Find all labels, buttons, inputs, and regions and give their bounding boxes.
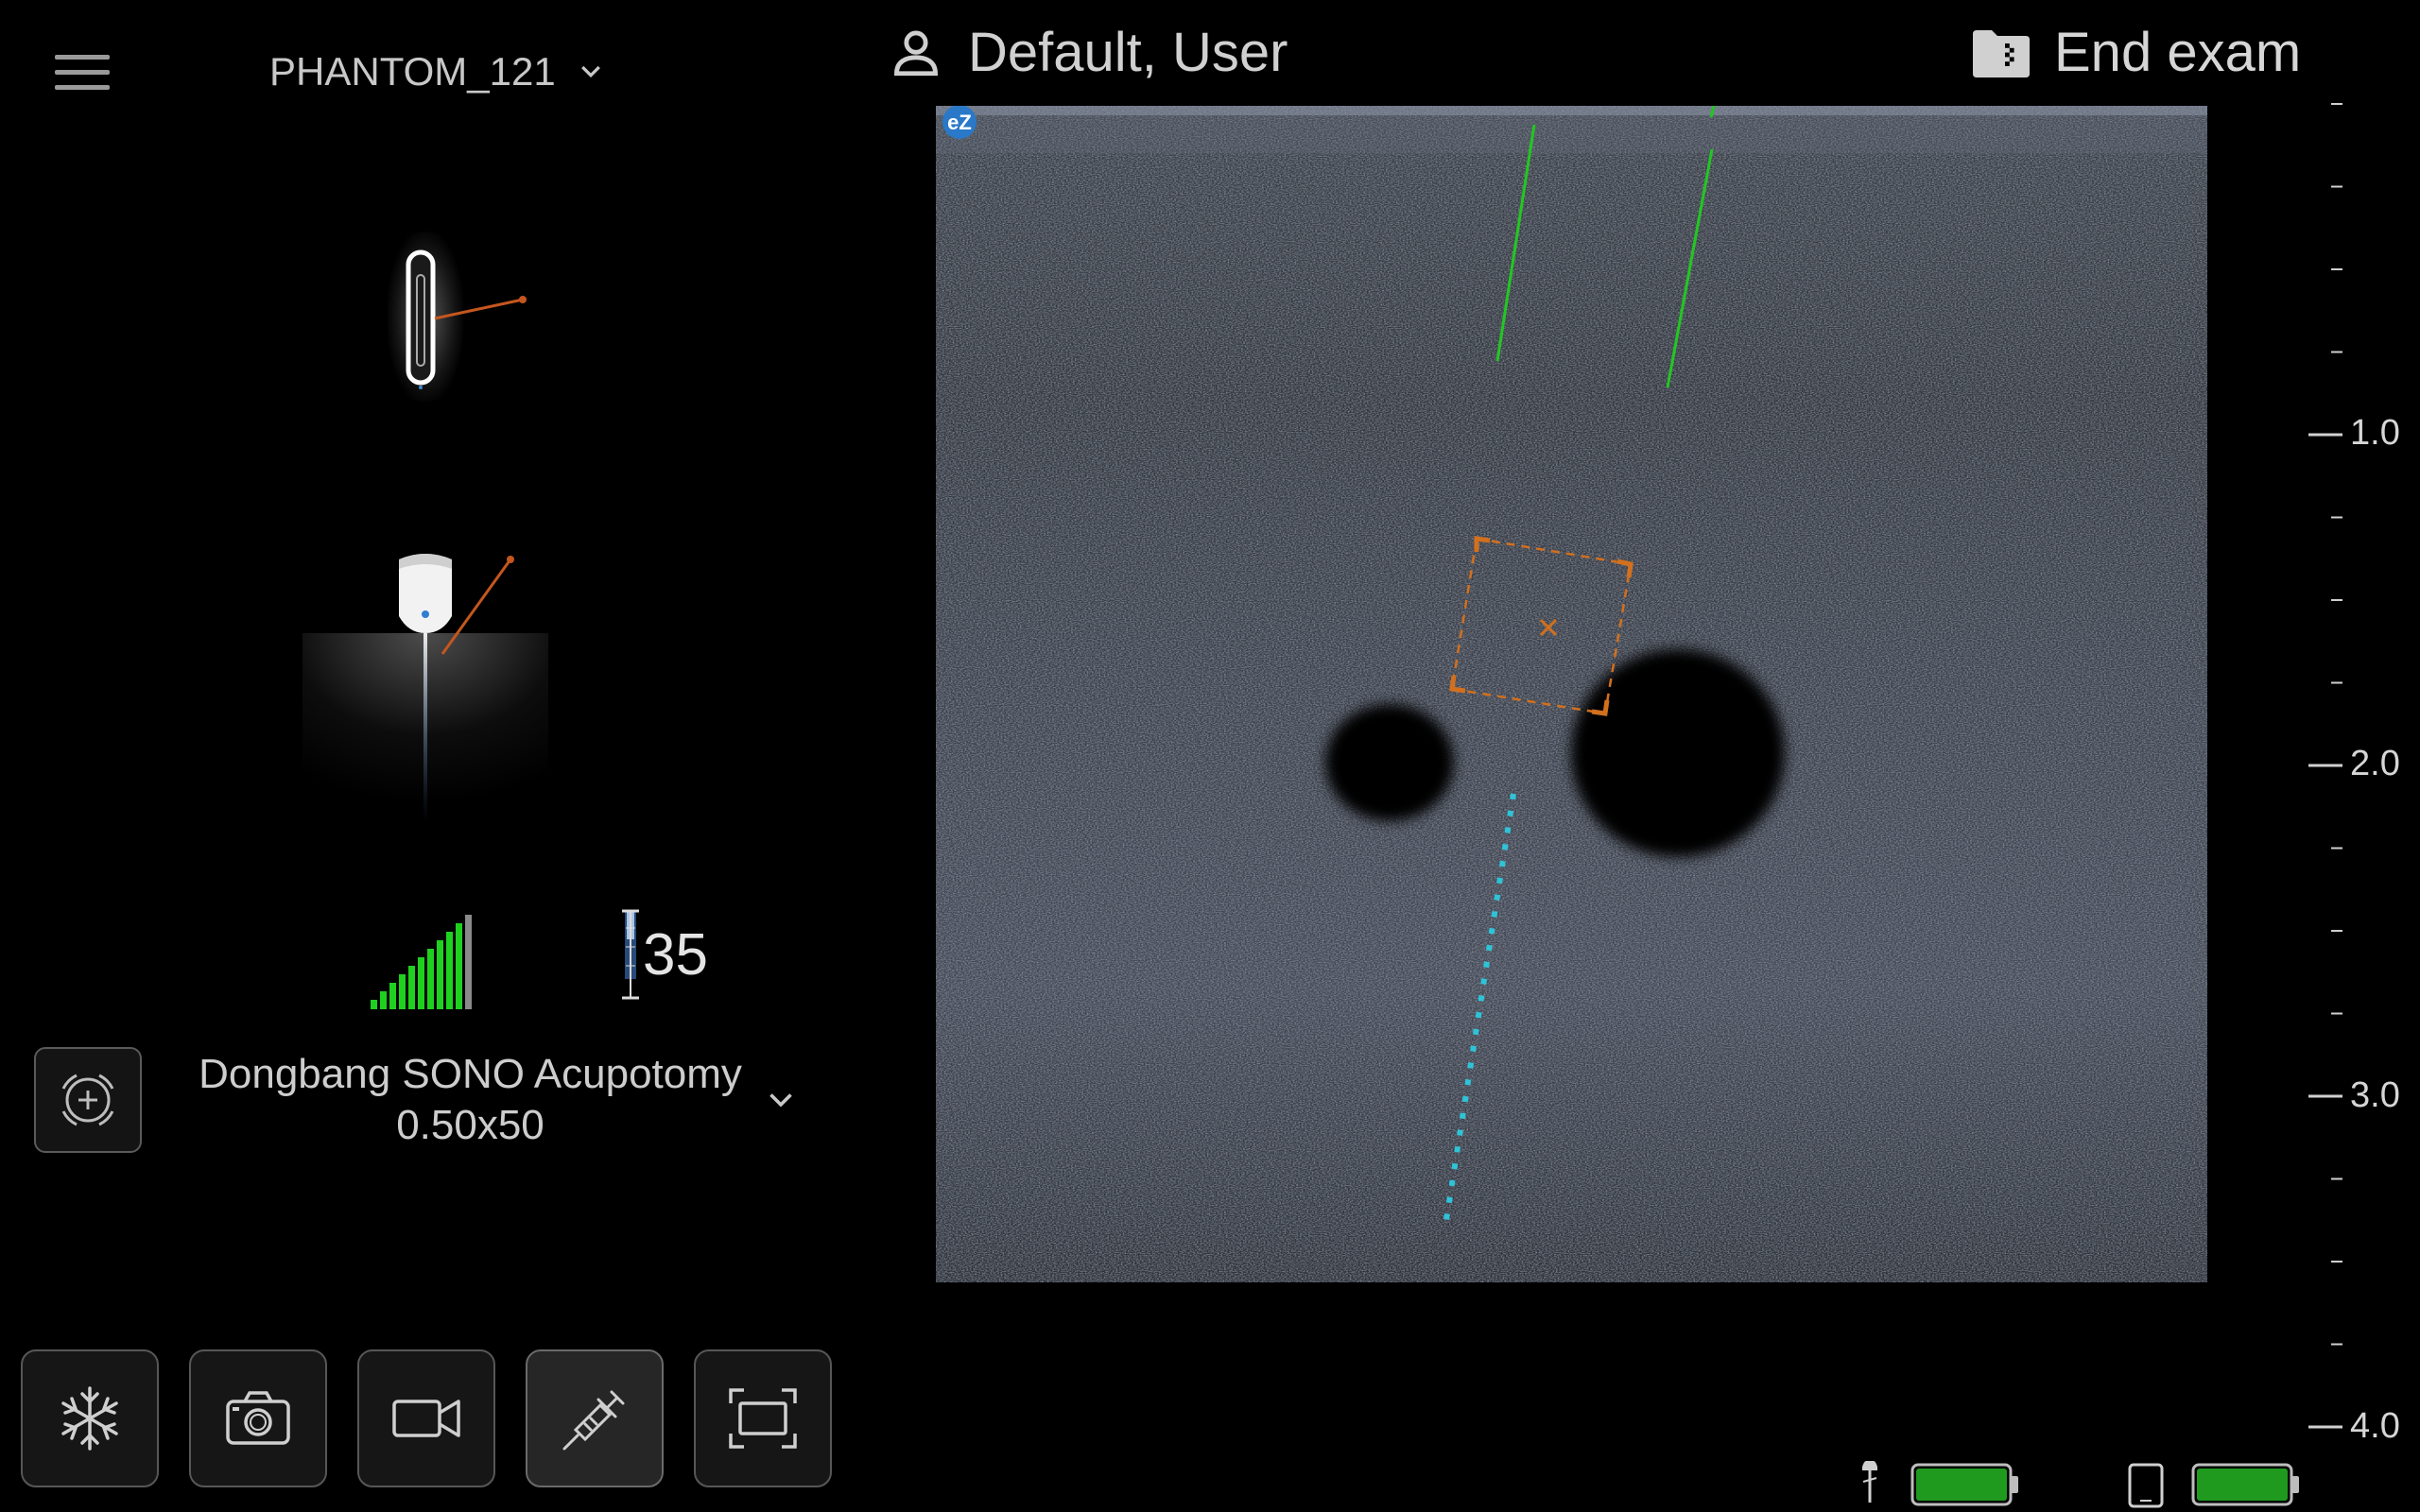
signal-bar [399,974,406,1009]
cyst-large [1571,649,1785,857]
hamburger-menu-icon[interactable] [49,55,115,112]
fit-view-button[interactable] [694,1349,832,1487]
patient-selector[interactable]: PHANTOM_121 [269,49,605,94]
status-bar [1862,1461,2299,1508]
signal-bar [389,983,396,1009]
signal-bar [427,949,434,1009]
tablet-icon [2128,1463,2164,1508]
signal-bar [465,915,472,1009]
depth-gauge-icon [622,909,639,1000]
end-exam-label: End exam [2054,22,2302,83]
chevron-down-icon [580,65,600,78]
video-camera-icon [392,1400,460,1437]
folder-icon [1973,29,2030,77]
chevron-down-icon[interactable] [764,1082,798,1116]
signal-bar [418,957,424,1009]
target-plus-icon [61,1074,114,1126]
needle-angle-diagram [302,554,548,822]
freeze-button[interactable] [21,1349,159,1487]
patient-id: PHANTOM_121 [269,49,556,94]
add-target-button[interactable] [34,1047,142,1153]
depth-label-3: 3.0 [2350,1075,2400,1115]
record-video-button[interactable] [357,1349,495,1487]
needle-guide-button[interactable] [526,1349,664,1487]
ez-logo: eZ [942,106,977,139]
needle-name-line2: 0.50x50 [396,1102,544,1148]
probe-icon [1862,1461,1877,1503]
signal-bar [371,1000,377,1009]
capture-image-button[interactable] [189,1349,327,1487]
fullscreen-frame-icon [729,1388,797,1449]
needle-name-line1: Dongbang SONO Acupotomy [199,1051,742,1097]
signal-bar [437,940,443,1009]
camera-icon [226,1391,290,1445]
signal-bar [456,923,462,1009]
depth-label-2: 2.0 [2350,744,2400,783]
device-battery-icon [2191,1463,2299,1506]
svg-text:eZ: eZ [947,111,972,134]
depth-label-1: 1.0 [2350,413,2400,453]
probe-orientation-icon [406,249,527,389]
signal-strength-icon [371,915,472,1009]
user-name: Default, User [968,22,1288,83]
syringe-icon [562,1390,625,1451]
probe-battery-icon [1910,1463,2018,1506]
signal-bar [446,932,453,1009]
needle-type-selector[interactable]: Dongbang SONO Acupotomy 0.50x50 [180,1049,761,1151]
snowflake-icon [61,1386,118,1451]
user-profile[interactable]: Default, User [889,21,1288,84]
cyst-small [1325,704,1454,821]
person-icon [894,30,938,76]
depth-label-4: 4.0 [2350,1406,2400,1446]
signal-bar [408,966,415,1009]
depth-value: 35 [643,922,708,988]
ultrasound-image[interactable]: eZ [936,106,2207,1282]
end-exam-button[interactable]: End exam [1971,21,2301,84]
signal-bar [380,991,387,1009]
